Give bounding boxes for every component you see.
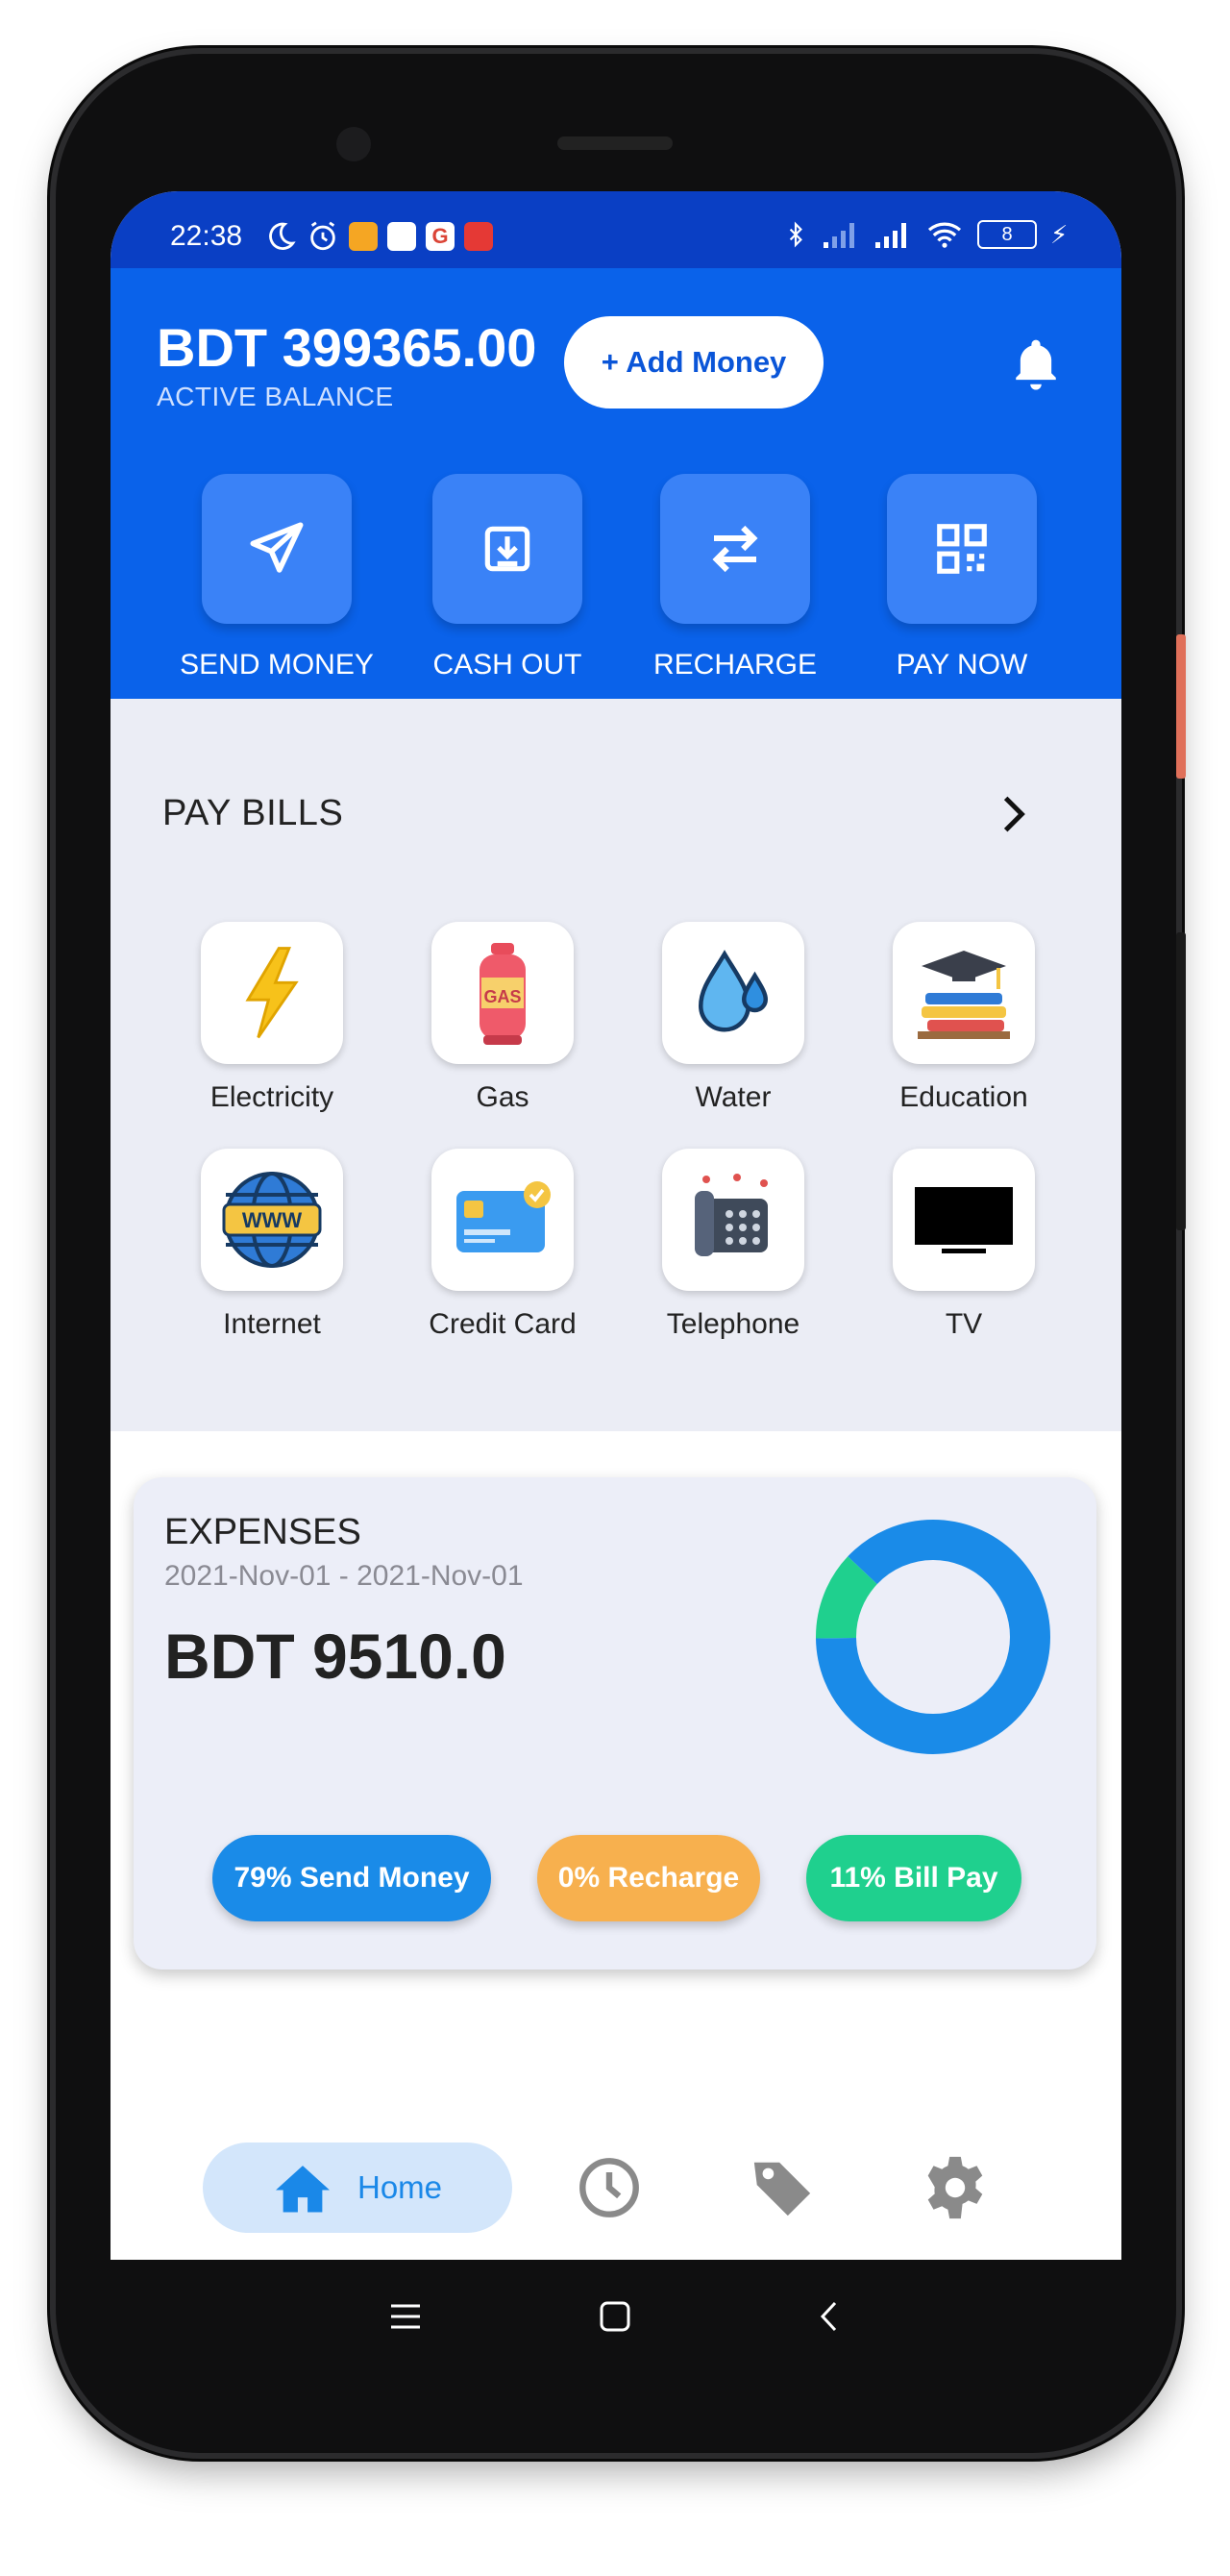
nav-home-tab[interactable]: Home [203,2143,512,2233]
www-icon-text: WWW [242,1208,303,1232]
bill-label-gas: Gas [476,1081,529,1113]
expenses-card[interactable]: EXPENSES 2021-Nov-01 - 2021-Nov-01 BDT 9… [134,1477,1096,1969]
quick-action-recharge[interactable] [660,474,810,624]
status-bar: 22:38 G 8 ⚡ [111,191,1121,268]
bill-tile-gas[interactable]: GAS [431,922,574,1064]
system-icons: 8 ⚡ [783,218,1068,251]
telegram-icon [387,222,416,251]
expenses-amount: BDT 9510.0 [164,1621,506,1692]
bill-label-credit-card: Credit Card [429,1308,577,1340]
balance-amount: BDT 399365.00 [157,317,537,378]
bill-tile-electricity[interactable] [201,922,343,1064]
bill-label-water: Water [695,1081,772,1113]
bill-tile-education[interactable] [893,922,1035,1064]
bottom-nav: Home [111,2112,1121,2260]
lightning-bolt-icon [245,947,299,1039]
expenses-date-range: 2021-Nov-01 - 2021-Nov-01 [164,1560,524,1592]
qr-code-icon [937,524,987,574]
expenses-donut-chart [816,1520,1050,1754]
notification-icons: G [264,220,493,253]
graduation-books-icon [918,951,1010,1039]
cash-out-icon [484,526,530,572]
tag-icon[interactable] [749,2154,816,2221]
google-icon: G [426,222,455,251]
cash-out-label: CASH OUT [432,649,582,681]
send-icon [250,522,304,573]
bill-label-tv: TV [945,1308,983,1340]
home-square-icon[interactable] [599,2300,631,2333]
bill-tile-tv[interactable] [893,1149,1035,1291]
balance-header: BDT 399365.00 ACTIVE BALANCE + Add Money [111,268,1121,699]
signal-strong-icon [875,223,906,248]
pay-now-button[interactable] [887,474,1037,624]
back-icon[interactable] [818,2300,841,2333]
bill-label-education: Education [899,1081,1028,1113]
gear-icon[interactable] [922,2154,989,2221]
add-money-button[interactable]: + Add Money [564,316,824,409]
bell-icon[interactable] [1009,335,1063,393]
power-button [1176,634,1186,779]
battery-icon: 8 [977,220,1037,249]
moon-icon [269,222,296,250]
globe-www-icon: WWW [222,1172,322,1268]
send-money-label: SEND MONEY [180,649,374,681]
swap-arrows-icon [712,525,758,573]
recharge-label: RECHARGE [652,649,818,681]
home-icon [275,2166,330,2213]
pay-bills-title: PAY BILLS [162,793,344,833]
system-nav-bar [111,2260,1121,2377]
gas-icon-text: GAS [483,987,521,1006]
expenses-title: EXPENSES [164,1512,361,1552]
status-time: 22:38 [170,220,243,252]
tv-icon [915,1187,1013,1253]
pay-bills-section: PAY BILLS GAS Electricity Gas Water Educ… [111,699,1121,1431]
bluetooth-icon [789,221,802,248]
recharge-button[interactable] [660,474,810,624]
speaker-grille [557,136,673,150]
quick-action-send[interactable] [202,474,352,624]
gas-cylinder-icon: GAS [480,943,526,1045]
wifi-icon [927,222,962,248]
bill-label-internet: Internet [223,1308,321,1340]
cash-out-button[interactable] [432,474,582,624]
app-screen: 22:38 G 8 ⚡ BDT 399365.00 ACTIVE BALANCE… [111,191,1121,2260]
signal-weak-icon [824,223,854,248]
bill-tile-telephone[interactable] [662,1149,804,1291]
credit-card-icon [456,1181,551,1252]
app-notification-icon [349,222,378,251]
recharge-percent-pill[interactable]: 0% Recharge [537,1835,760,1921]
balance-label: ACTIVE BALANCE [157,382,394,411]
send-money-button[interactable] [202,474,352,624]
bill-tile-internet[interactable]: WWW [201,1149,343,1291]
quick-action-cashout[interactable] [432,474,582,624]
pay-now-label: PAY NOW [896,649,1028,681]
bill-pay-percent-pill[interactable]: 11% Bill Pay [806,1835,1021,1921]
alarm-icon [310,221,335,251]
quick-action-paynow[interactable] [887,474,1037,624]
telephone-icon [695,1174,768,1256]
camera-notch [336,127,371,161]
bill-tile-credit-card[interactable] [431,1149,574,1291]
donut-slice-send-money [816,1520,1050,1754]
send-money-percent-pill[interactable]: 79% Send Money [212,1835,491,1921]
app-red-icon [464,222,493,251]
charging-icon: ⚡ [1050,219,1069,249]
battery-level: 8 [1001,224,1013,245]
volume-button [1176,932,1186,1230]
history-clock-icon[interactable] [576,2154,643,2221]
bill-label-electricity: Electricity [209,1081,334,1113]
bill-label-telephone: Telephone [666,1308,800,1340]
menu-icon[interactable] [389,2302,422,2331]
chevron-right-icon[interactable] [990,787,1038,841]
water-drop-icon [698,950,769,1032]
bill-tile-water[interactable] [662,922,804,1064]
nav-home-label: Home [357,2169,443,2205]
